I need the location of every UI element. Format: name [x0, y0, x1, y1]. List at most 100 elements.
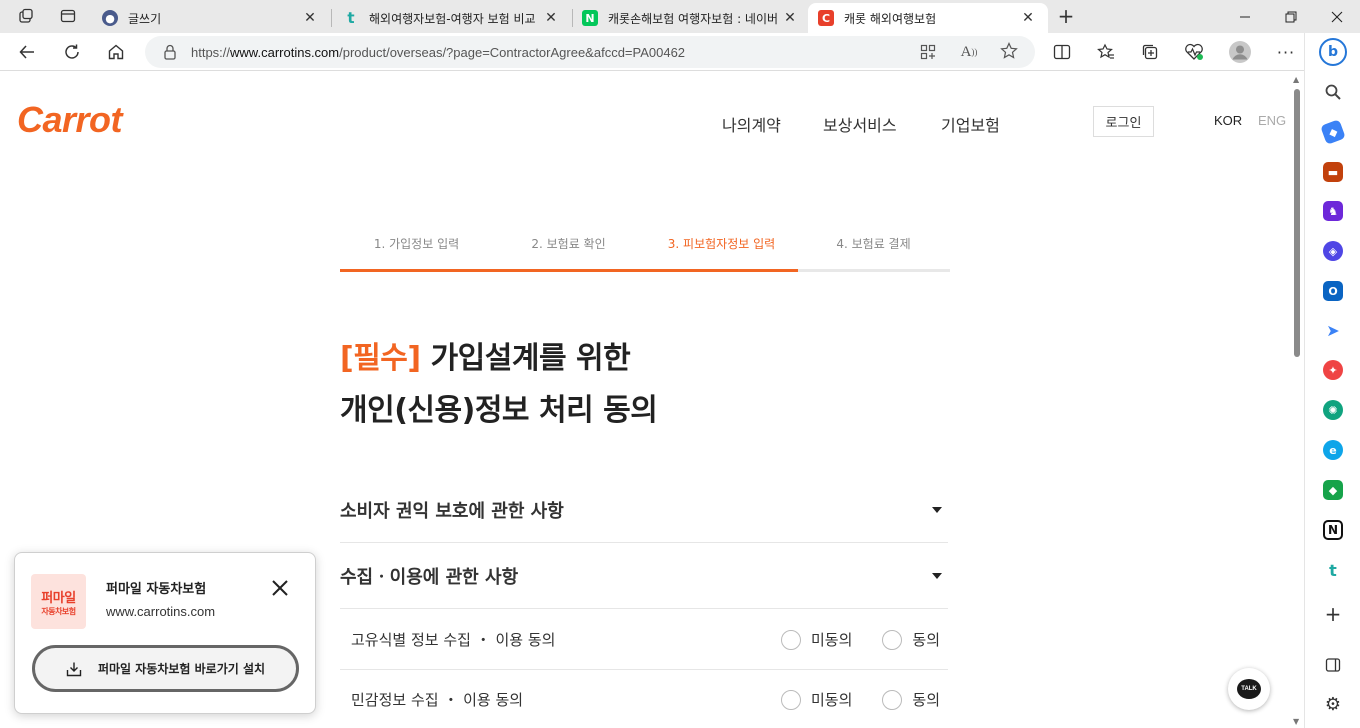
agree-radio[interactable]: 동의: [882, 689, 940, 710]
outlook-icon[interactable]: O: [1323, 281, 1343, 301]
tab-title: 글쓰기: [128, 11, 162, 26]
close-window-icon[interactable]: [1314, 0, 1360, 33]
edge-dev-icon[interactable]: e: [1323, 440, 1343, 460]
blog-icon: ●: [102, 10, 118, 26]
accordion-collection-use[interactable]: 수집ㆍ이용에 관한 사항: [340, 543, 948, 609]
radio-circle[interactable]: [780, 689, 801, 710]
lang-eng[interactable]: ENG: [1258, 113, 1286, 128]
avatar[interactable]: [1225, 37, 1255, 67]
refresh-icon[interactable]: [57, 37, 87, 67]
title-line-2: 개인(신용)정보 처리 동의: [340, 393, 658, 428]
nav-compensation[interactable]: 보상서비스: [823, 112, 897, 136]
title-line-1: 가입설계를 위한: [420, 341, 631, 376]
workspaces-icon[interactable]: [11, 1, 41, 31]
tistory-sidebar-icon[interactable]: t: [1323, 560, 1343, 580]
lang-kor[interactable]: KOR: [1214, 113, 1242, 128]
games-icon[interactable]: ♞: [1323, 201, 1343, 221]
radio-circle[interactable]: [882, 629, 903, 650]
disagree-radio[interactable]: 미동의: [780, 629, 852, 650]
add-app-icon[interactable]: +: [1323, 602, 1343, 626]
app-available-icon[interactable]: [919, 43, 937, 61]
accordion-consumer-rights[interactable]: 소비자 권익 보호에 관한 사항: [340, 477, 948, 543]
drop-send-icon[interactable]: ➤: [1323, 320, 1343, 340]
step-2: 2. 보험료 확인: [531, 237, 606, 251]
scroll-thumb[interactable]: [1294, 89, 1300, 357]
tab-actions-icon[interactable]: [53, 1, 83, 31]
close-icon[interactable]: [269, 577, 291, 599]
collections-icon[interactable]: [1135, 37, 1165, 67]
radio-circle[interactable]: [882, 689, 903, 710]
carrot-logo[interactable]: Carrot: [17, 99, 123, 141]
tab-divider: [331, 9, 332, 27]
settings-gear-icon[interactable]: ⚙: [1323, 694, 1343, 715]
tab-title: 캐롯 해외여행보험: [844, 11, 937, 26]
notion-icon[interactable]: N: [1323, 520, 1343, 540]
step-progress-bar: [340, 269, 798, 272]
nav-corporate[interactable]: 기업보험: [941, 112, 1000, 136]
caret-down-icon: [932, 572, 942, 579]
agree-radio[interactable]: 동의: [882, 629, 940, 650]
close-tab-icon[interactable]: ✕: [300, 10, 320, 26]
step-1: 1. 가입정보 입력: [373, 237, 460, 251]
search-icon[interactable]: [1323, 82, 1343, 102]
tab-blog[interactable]: ● 글쓰기 ✕: [92, 3, 330, 33]
favorite-star-icon[interactable]: [1000, 42, 1018, 60]
agree-label: 동의: [912, 631, 940, 649]
tab-naver[interactable]: N 캐롯손해보험 여행자보험 : 네이버 ✕: [572, 3, 810, 33]
url-prefix: https://: [191, 44, 231, 60]
page-title: [필수] 가입설계를 위한 개인(신용)정보 처리 동의: [340, 333, 658, 437]
favorites-icon[interactable]: [1091, 37, 1121, 67]
kakao-talk-button[interactable]: TALK: [1228, 668, 1270, 710]
restore-icon[interactable]: [1268, 0, 1314, 33]
login-button[interactable]: 로그인: [1093, 106, 1154, 137]
agreement-row-unique-id: 고유식별 정보 수집 ・ 이용 동의 미동의 동의: [340, 610, 948, 670]
url-path: /product/overseas/?page=ContractorAgree&…: [339, 44, 686, 60]
home-icon[interactable]: [101, 37, 131, 67]
hide-sidebar-icon[interactable]: [1323, 655, 1343, 675]
step-indicator: 1. 가입정보 입력 2. 보험료 확인 3. 피보험자정보 입력 4. 보험료…: [340, 235, 950, 272]
address-bar[interactable]: https://www.carrotins.com/product/overse…: [145, 36, 1035, 68]
lock-icon[interactable]: [163, 44, 177, 63]
accordion-title: 수집ㆍ이용에 관한 사항: [340, 566, 519, 588]
download-icon: [66, 662, 82, 676]
nav-my-contract[interactable]: 나의계약: [722, 112, 781, 136]
new-tab-icon[interactable]: +: [1051, 1, 1081, 31]
required-label: [필수]: [340, 341, 421, 376]
carrot-icon: C: [818, 10, 834, 26]
close-tab-icon[interactable]: ✕: [1018, 10, 1038, 26]
browser-essentials-icon[interactable]: [1179, 37, 1209, 67]
talk-icon: TALK: [1237, 679, 1261, 699]
caret-down-icon: [932, 506, 942, 513]
chatgpt-icon[interactable]: ✺: [1323, 400, 1343, 420]
extension-red-icon[interactable]: ✦: [1323, 360, 1343, 380]
microsoft-365-icon[interactable]: ◈: [1323, 241, 1343, 261]
tools-briefcase-icon[interactable]: ▬: [1323, 162, 1343, 182]
back-icon[interactable]: [12, 37, 42, 67]
tab-tistory[interactable]: t 해외여행자보험-여행자 보험 비교 ✕: [333, 3, 571, 33]
edge-sidebar: b ◆ ▬ ♞ ◈ O ➤ ✦ ✺ e ◆ N t + ⚙: [1304, 33, 1360, 728]
agreement-row-sensitive: 민감정보 수집 ・ 이용 동의 미동의 동의: [340, 670, 948, 728]
tab-carrot[interactable]: C 캐롯 해외여행보험 ✕: [808, 3, 1048, 33]
close-tab-icon[interactable]: ✕: [541, 10, 561, 26]
app-url: www.carrotins.com: [106, 604, 216, 619]
naver-icon: N: [582, 10, 598, 26]
read-aloud-icon[interactable]: A)): [960, 43, 978, 61]
radio-circle[interactable]: [780, 629, 801, 650]
agree-label: 동의: [912, 691, 940, 709]
shopping-tag-icon[interactable]: ◆: [1320, 119, 1346, 145]
scroll-up-icon[interactable]: ▲: [1293, 75, 1299, 84]
page-scrollbar[interactable]: ▲ ▼: [1290, 71, 1304, 728]
more-options-icon[interactable]: ···: [1271, 37, 1301, 67]
app-name: 퍼마일 자동차보험: [106, 582, 207, 597]
disagree-radio[interactable]: 미동의: [780, 689, 852, 710]
install-app-button[interactable]: 퍼마일 자동차보험 바로가기 설치: [32, 645, 299, 692]
close-tab-icon[interactable]: ✕: [780, 10, 800, 26]
bing-copilot-icon[interactable]: b: [1319, 38, 1347, 66]
scroll-down-icon[interactable]: ▼: [1293, 717, 1299, 726]
split-screen-icon[interactable]: [1047, 37, 1077, 67]
url-host: www.carrotins.com: [230, 44, 340, 60]
app-install-popup: 퍼마일 자동차보험 퍼마일 자동차보험 www.carrotins.com 퍼마…: [14, 552, 316, 714]
layers-icon[interactable]: ◆: [1323, 480, 1343, 500]
minimize-icon[interactable]: [1222, 0, 1268, 33]
tab-title: 해외여행자보험-여행자 보험 비교: [369, 11, 536, 26]
